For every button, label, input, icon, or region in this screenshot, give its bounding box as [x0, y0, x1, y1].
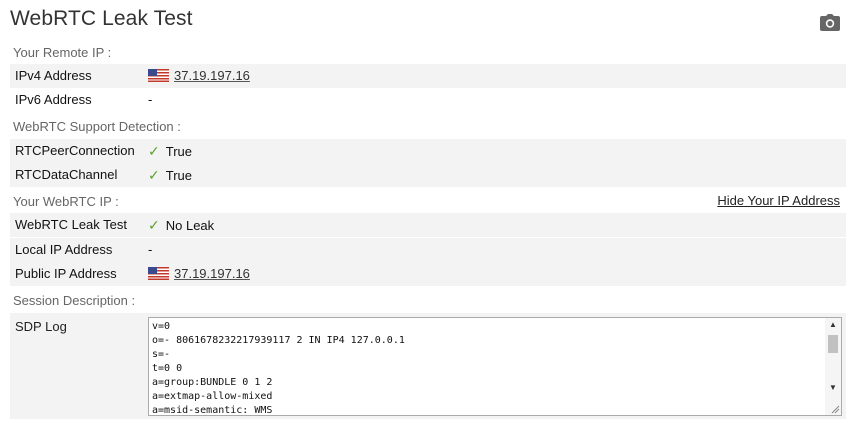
- leak-test-label: WebRTC Leak Test: [15, 217, 127, 232]
- sdp-text: v=0 o=- 8061678232217939117 2 IN IP4 127…: [152, 321, 405, 416]
- data-channel-row: RTCDataChannel ✓ True: [10, 163, 846, 187]
- page-title: WebRTC Leak Test: [10, 7, 193, 30]
- ipv6-label: IPv6 Address: [15, 92, 92, 107]
- camera-icon[interactable]: [820, 14, 840, 31]
- ipv4-row: IPv4 Address 37.19.197.16: [10, 64, 846, 88]
- scroll-thumb[interactable]: [828, 335, 838, 353]
- support-heading: WebRTC Support Detection :: [13, 119, 181, 134]
- ipv6-row: IPv6 Address -: [10, 88, 846, 112]
- ipv6-value: -: [148, 92, 153, 107]
- public-ip-label: Public IP Address: [15, 266, 117, 281]
- ipv4-label: IPv4 Address: [15, 68, 92, 83]
- scroll-down-icon[interactable]: ▼: [825, 381, 841, 395]
- check-icon: ✓: [148, 217, 160, 233]
- peer-connection-row: RTCPeerConnection ✓ True: [10, 139, 846, 163]
- us-flag-icon: [148, 69, 169, 82]
- remote-ip-heading: Your Remote IP :: [13, 45, 112, 60]
- resize-handle-icon[interactable]: [830, 404, 840, 414]
- check-icon: ✓: [148, 143, 160, 159]
- public-ip-value[interactable]: 37.19.197.16: [174, 266, 250, 281]
- webrtc-ip-heading: Your WebRTC IP :: [13, 194, 119, 209]
- local-ip-row: Local IP Address -: [10, 238, 846, 262]
- sdp-textarea[interactable]: v=0 o=- 8061678232217939117 2 IN IP4 127…: [148, 317, 842, 416]
- local-ip-value: -: [148, 242, 153, 257]
- hide-ip-link[interactable]: Hide Your IP Address: [717, 193, 840, 208]
- local-ip-label: Local IP Address: [15, 242, 113, 257]
- sdp-row: SDP Log v=0 o=- 8061678232217939117 2 IN…: [10, 313, 846, 419]
- public-ip-row: Public IP Address 37.19.197.16: [10, 262, 846, 286]
- session-heading: Session Description :: [13, 293, 136, 308]
- check-icon: ✓: [148, 167, 160, 183]
- scroll-up-icon[interactable]: ▲: [825, 318, 841, 332]
- sdp-scrollbar[interactable]: ▲ ▼: [825, 318, 841, 415]
- data-channel-value: True: [165, 168, 192, 183]
- us-flag-icon: [148, 267, 169, 280]
- ipv4-value[interactable]: 37.19.197.16: [174, 68, 250, 83]
- leak-test-value: No Leak: [165, 218, 215, 233]
- peer-connection-label: RTCPeerConnection: [15, 143, 135, 158]
- leak-test-row: WebRTC Leak Test ✓ No Leak: [10, 213, 846, 237]
- peer-connection-value: True: [165, 144, 192, 159]
- sdp-label: SDP Log: [15, 319, 67, 334]
- data-channel-label: RTCDataChannel: [15, 167, 118, 182]
